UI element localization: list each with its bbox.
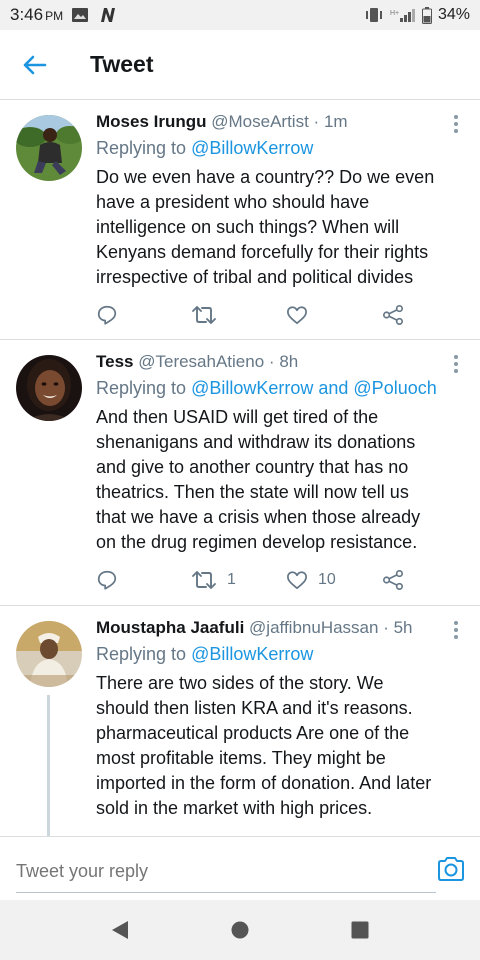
replying-prefix: Replying to	[96, 138, 187, 158]
signal-icon: H+	[390, 7, 416, 23]
retweet-icon	[192, 571, 216, 589]
reply-button[interactable]	[96, 304, 118, 326]
tweet-time: 8h	[279, 352, 299, 371]
status-bar: 3:46 PM H+ 34%	[0, 0, 480, 30]
more-options-button[interactable]	[448, 352, 464, 376]
app-bar: Tweet	[0, 30, 480, 100]
tweet-text: And then USAID will get tired of the she…	[96, 407, 421, 552]
tweet-actions: 1 10	[96, 565, 416, 595]
author-name[interactable]: Moses Irungu	[96, 112, 207, 131]
reply-bar	[0, 836, 480, 900]
separator: ·	[268, 352, 280, 371]
replying-mention[interactable]: @BillowKerrow	[191, 644, 313, 664]
arrow-left-icon	[23, 55, 47, 74]
tweet-content: Moses Irungu @MoseArtist · 1m Replying t…	[96, 110, 440, 290]
retweet-count: 1	[227, 571, 236, 588]
tweet-header: Tess @TeresahAtieno · 8h	[96, 350, 440, 374]
nav-back-button[interactable]	[95, 905, 145, 955]
tweet-time: 5h	[393, 618, 413, 637]
page-title: Tweet	[90, 51, 154, 77]
retweet-button[interactable]: 1	[191, 569, 236, 591]
tweet-actions	[96, 300, 416, 330]
avatar[interactable]	[16, 621, 82, 687]
reply-input[interactable]	[16, 849, 436, 893]
back-button[interactable]	[0, 30, 70, 100]
back-triangle-icon	[112, 921, 128, 939]
status-ampm: PM	[45, 9, 64, 23]
replying-prefix: Replying to	[96, 378, 187, 398]
author-handle[interactable]: @jaffibnuHassan	[249, 618, 378, 637]
like-count: 10	[318, 571, 336, 588]
share-button[interactable]	[382, 304, 404, 326]
reply-button[interactable]	[96, 569, 118, 591]
tweet-content: Tess @TeresahAtieno · 8h Replying to @Bi…	[96, 350, 440, 555]
home-circle-icon	[231, 921, 249, 939]
replying-to: Replying to @BillowKerrow	[96, 135, 440, 161]
replying-mention[interactable]: @BillowKerrow and @Poluoch	[191, 378, 437, 398]
replying-mention[interactable]: @BillowKerrow	[191, 138, 313, 158]
retweet-icon	[192, 306, 216, 324]
like-button[interactable]: 10	[286, 570, 336, 590]
thread-line	[47, 695, 50, 836]
author-name[interactable]: Moustapha Jaafuli	[96, 618, 244, 637]
battery-icon	[421, 6, 432, 24]
heart-icon	[287, 306, 307, 325]
avatar[interactable]	[16, 355, 82, 421]
tweet-item[interactable]: Moses Irungu @MoseArtist · 1m Replying t…	[0, 100, 480, 340]
n-app-icon	[97, 7, 119, 23]
recents-square-icon	[351, 921, 369, 939]
battery-percent: 34%	[437, 6, 470, 23]
system-nav-bar	[0, 900, 480, 960]
reply-icon	[97, 305, 117, 325]
retweet-button[interactable]	[191, 304, 227, 326]
replying-prefix: Replying to	[96, 644, 187, 664]
tweet-item[interactable]: Tess @TeresahAtieno · 8h Replying to @Bi…	[0, 340, 480, 606]
share-button[interactable]	[382, 569, 404, 591]
nav-recents-button[interactable]	[335, 905, 385, 955]
tweet-item[interactable]: Moustapha Jaafuli @jaffibnuHassan · 5h R…	[0, 606, 480, 836]
more-options-button[interactable]	[448, 618, 464, 642]
camera-button[interactable]	[436, 855, 466, 883]
replying-to: Replying to @BillowKerrow	[96, 641, 440, 667]
reply-icon	[97, 570, 117, 590]
image-icon	[71, 7, 89, 23]
share-icon	[383, 570, 403, 590]
tweet-header: Moustapha Jaafuli @jaffibnuHassan · 5h	[96, 616, 440, 640]
more-options-button[interactable]	[448, 112, 464, 136]
nav-home-button[interactable]	[215, 905, 265, 955]
author-name[interactable]: Tess	[96, 352, 134, 371]
tweet-header: Moses Irungu @MoseArtist · 1m	[96, 110, 440, 134]
tweet-time: 1m	[323, 112, 348, 131]
author-handle[interactable]: @MoseArtist	[211, 112, 309, 131]
status-time: 3:46 PM	[10, 5, 64, 24]
tweet-content: Moustapha Jaafuli @jaffibnuHassan · 5h R…	[96, 616, 440, 821]
replying-to: Replying to @BillowKerrow and @Poluoch	[96, 375, 440, 401]
author-handle[interactable]: @TeresahAtieno	[138, 352, 264, 371]
tweet-text: Do we even have a country?? Do we even h…	[96, 167, 435, 287]
avatar[interactable]	[16, 115, 82, 181]
vibrate-icon	[364, 7, 384, 23]
separator: ·	[383, 618, 394, 637]
svg-text:H+: H+	[390, 10, 399, 17]
like-button[interactable]	[286, 305, 318, 325]
separator: ·	[313, 112, 324, 131]
tweet-text: There are two sides of the story. We sho…	[96, 673, 432, 818]
camera-icon	[438, 857, 464, 881]
heart-icon	[287, 571, 307, 590]
share-icon	[383, 305, 403, 325]
tweet-feed[interactable]: Moses Irungu @MoseArtist · 1m Replying t…	[0, 100, 480, 836]
